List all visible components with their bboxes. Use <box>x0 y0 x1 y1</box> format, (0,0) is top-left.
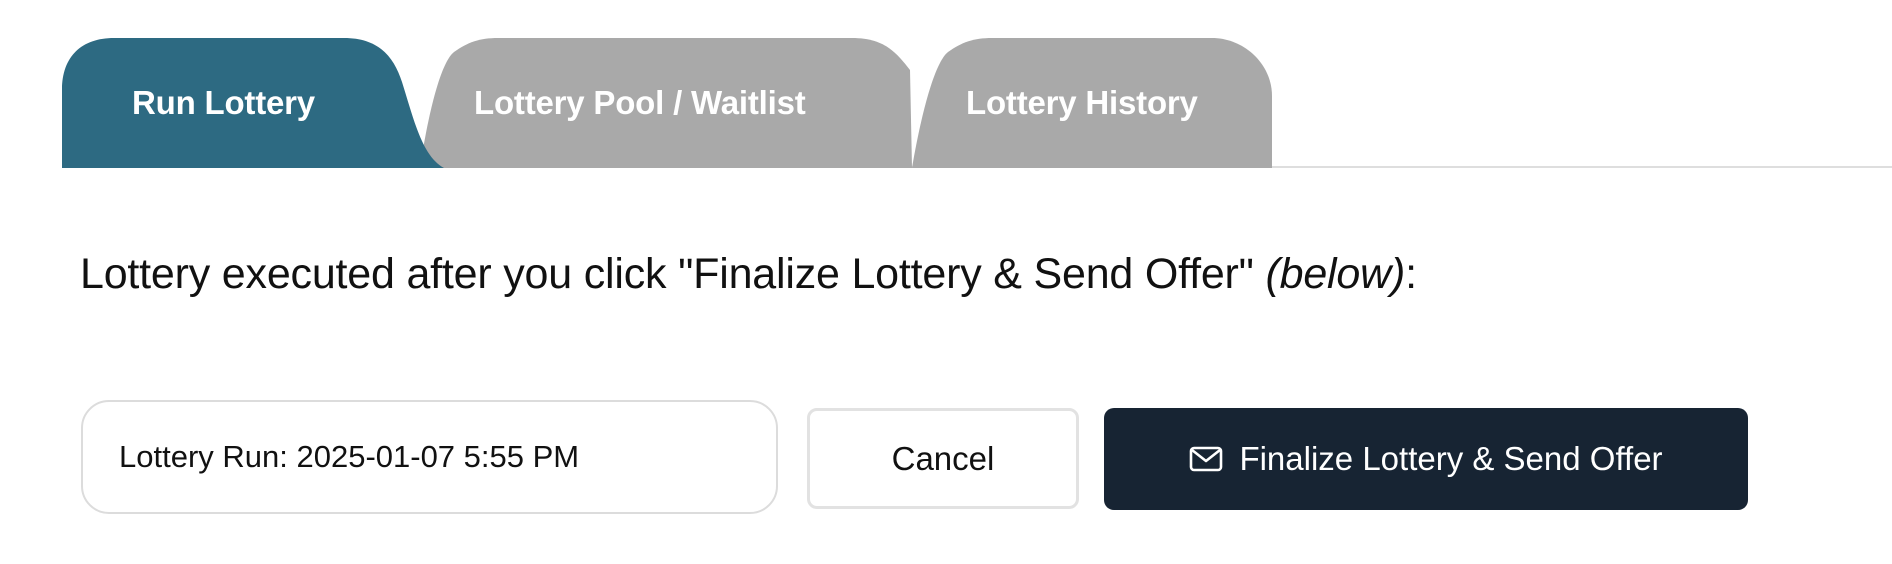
tab-run-lottery[interactable]: Run Lottery <box>132 38 315 168</box>
tab-lottery-pool-waitlist[interactable]: Lottery Pool / Waitlist <box>474 38 806 168</box>
tab-bar: Run Lottery Lottery Pool / Waitlist Lott… <box>62 38 1892 168</box>
instruction-main: Lottery executed after you click "Finali… <box>80 250 1266 298</box>
tab-lottery-history[interactable]: Lottery History <box>966 38 1198 168</box>
finalize-lottery-button[interactable]: Finalize Lottery & Send Offer <box>1104 408 1748 510</box>
lottery-run-field[interactable] <box>81 400 778 514</box>
mail-icon <box>1190 446 1223 472</box>
cancel-button-label: Cancel <box>891 439 995 477</box>
instruction-emphasis: (below) <box>1265 250 1406 298</box>
tab-lottery-pool-waitlist-label: Lottery Pool / Waitlist <box>474 84 806 121</box>
finalize-lottery-button-label: Finalize Lottery & Send Offer <box>1239 440 1663 477</box>
tab-run-lottery-label: Run Lottery <box>132 84 315 121</box>
instruction-text: Lottery executed after you click "Finali… <box>80 250 1417 299</box>
instruction-suffix: : <box>1405 250 1417 298</box>
tab-lottery-history-label: Lottery History <box>966 84 1198 121</box>
cancel-button[interactable]: Cancel <box>807 408 1079 509</box>
